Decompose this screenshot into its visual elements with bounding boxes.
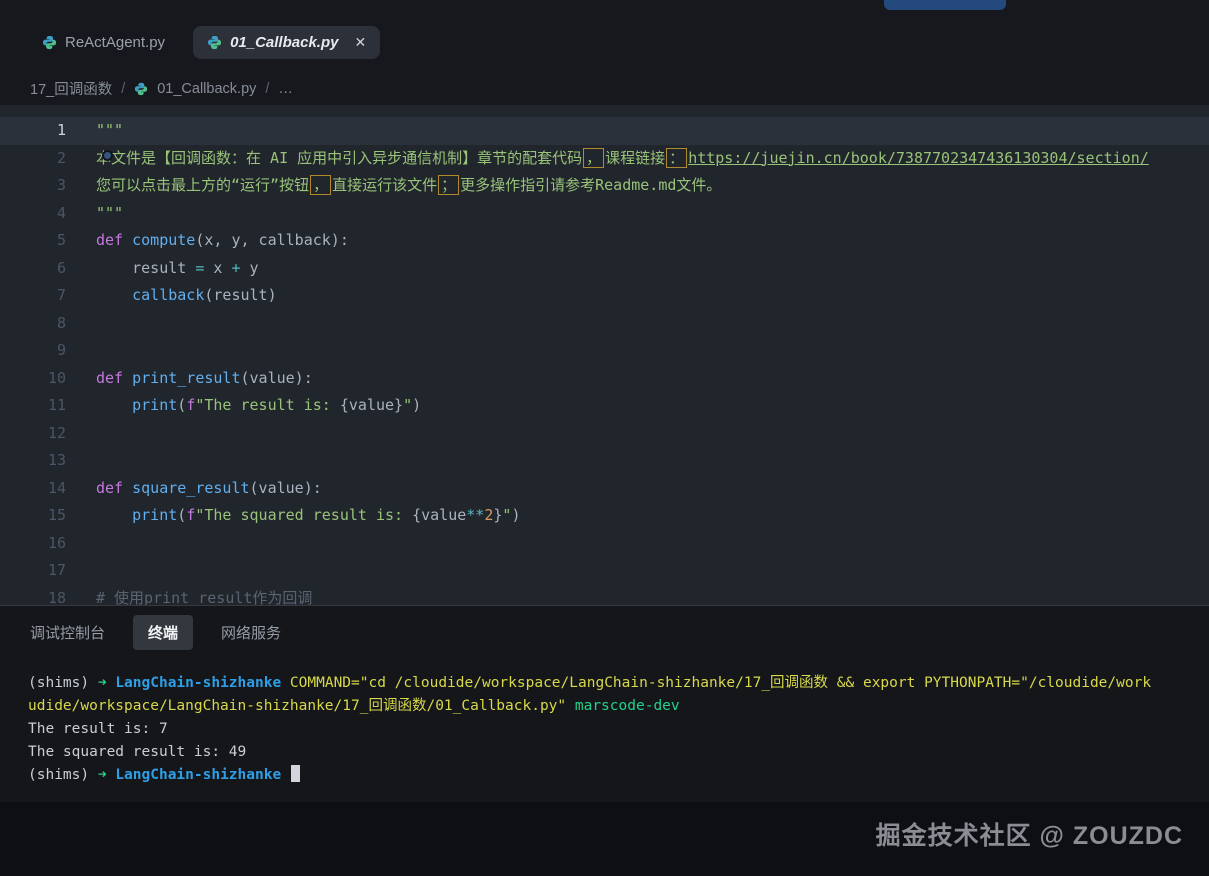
code-line[interactable]: 1 """ <box>0 117 1209 145</box>
code-text: 您可以点击最上方的“运行”按钮，直接运行该文件；更多操作指引请参考Readme.… <box>96 172 721 200</box>
terminal-line: The result is: 7 <box>28 718 1209 741</box>
line-number[interactable]: 6 <box>0 255 66 283</box>
code-line[interactable]: 18 # 使用print_result作为回调 <box>0 585 1209 606</box>
line-number[interactable]: 2 <box>0 145 66 173</box>
breadcrumb-more[interactable]: … <box>278 81 293 97</box>
code-line[interactable]: 15 print(f"The squared result is: {value… <box>0 502 1209 530</box>
terminal-line: The squared result is: 49 <box>28 741 1209 764</box>
line-number[interactable]: 3 <box>0 172 66 200</box>
ide-window: ReActAgent.py 01_Callback.py ✕ 17_回调函数 /… <box>0 0 1209 876</box>
code-line[interactable]: 14 def square_result(value): <box>0 475 1209 503</box>
code-line[interactable]: 9 <box>0 337 1209 365</box>
editor-lines: 1 """ 2 本文件是【回调函数：在 AI 应用中引入异步通信机制】章节的配套代码，… <box>0 117 1209 605</box>
line-number[interactable]: 1 <box>0 117 66 145</box>
python-icon <box>134 82 148 96</box>
code-line[interactable]: 11 print(f"The result is: {value}") <box>0 392 1209 420</box>
code-line[interactable]: 2 本文件是【回调函数：在 AI 应用中引入异步通信机制】章节的配套代码，课程链接… <box>0 145 1209 173</box>
panel-tab-debug-console[interactable]: 调试控制台 <box>30 622 105 643</box>
watermark-text: 掘金技术社区 @ ZOUZDC <box>876 816 1183 852</box>
mouse-pointer-icon <box>102 150 113 161</box>
code-text: print(f"The result is: {value}") <box>96 392 421 420</box>
line-number[interactable]: 18 <box>0 585 66 606</box>
python-icon <box>207 35 222 50</box>
code-line[interactable]: 8 <box>0 310 1209 338</box>
line-number[interactable]: 12 <box>0 420 66 448</box>
terminal-line: udide/workspace/LangChain-shizhanke/17_回… <box>28 695 1209 718</box>
code-text: def square_result(value): <box>96 475 322 503</box>
code-text: callback(result) <box>96 282 277 310</box>
code-text: 本文件是【回调函数：在 AI 应用中引入异步通信机制】章节的配套代码，课程链接：… <box>96 145 1149 173</box>
code-text: """ <box>96 117 123 145</box>
terminal-cursor <box>291 765 300 782</box>
line-number[interactable]: 17 <box>0 557 66 585</box>
python-icon <box>42 35 57 50</box>
bottom-panel: 调试控制台 终端 网络服务 (shims) ➜ LangChain-shizha… <box>0 605 1209 876</box>
code-text: print(f"The squared result is: {value**2… <box>96 502 520 530</box>
code-line[interactable]: 10 def print_result(value): <box>0 365 1209 393</box>
panel-tab-bar: 调试控制台 终端 网络服务 <box>0 606 1209 658</box>
code-line[interactable]: 17 <box>0 557 1209 585</box>
tab-label: 01_Callback.py <box>230 34 338 51</box>
line-number[interactable]: 5 <box>0 227 66 255</box>
code-line[interactable]: 6 result = x + y <box>0 255 1209 283</box>
line-number[interactable]: 4 <box>0 200 66 228</box>
code-line[interactable]: 5 def compute(x, y, callback): <box>0 227 1209 255</box>
line-number[interactable]: 9 <box>0 337 66 365</box>
code-text: def print_result(value): <box>96 365 313 393</box>
terminal-line: (shims) ➜ LangChain-shizhanke COMMAND="c… <box>28 672 1209 695</box>
line-number[interactable]: 8 <box>0 310 66 338</box>
breadcrumb-separator: / <box>265 81 269 97</box>
code-line[interactable]: 12 <box>0 420 1209 448</box>
line-number[interactable]: 7 <box>0 282 66 310</box>
line-number[interactable]: 15 <box>0 502 66 530</box>
line-number[interactable]: 16 <box>0 530 66 558</box>
code-text: """ <box>96 200 123 228</box>
code-line[interactable]: 7 callback(result) <box>0 282 1209 310</box>
code-line[interactable]: 16 <box>0 530 1209 558</box>
line-number[interactable]: 13 <box>0 447 66 475</box>
close-icon[interactable]: ✕ <box>354 34 366 51</box>
code-text: result = x + y <box>96 255 259 283</box>
breadcrumb-separator: / <box>121 81 125 97</box>
breadcrumb-folder[interactable]: 17_回调函数 <box>30 78 112 99</box>
tab-label: ReActAgent.py <box>65 34 165 51</box>
code-line[interactable]: 4 """ <box>0 200 1209 228</box>
terminal-line: (shims) ➜ LangChain-shizhanke <box>28 764 1209 787</box>
panel-tab-network[interactable]: 网络服务 <box>221 622 281 643</box>
code-line[interactable]: 3 您可以点击最上方的“运行”按钮，直接运行该文件；更多操作指引请参考Readme… <box>0 172 1209 200</box>
breadcrumb: 17_回调函数 / 01_Callback.py / … <box>30 78 293 99</box>
code-editor[interactable]: 1 """ 2 本文件是【回调函数：在 AI 应用中引入异步通信机制】章节的配套代码，… <box>0 105 1209 605</box>
title-bar <box>0 0 1209 20</box>
panel-tab-terminal[interactable]: 终端 <box>133 615 193 650</box>
code-text: # 使用print_result作为回调 <box>96 585 312 606</box>
footer: 掘金技术社区 @ ZOUZDC <box>0 802 1209 876</box>
terminal-output[interactable]: (shims) ➜ LangChain-shizhanke COMMAND="c… <box>0 658 1209 787</box>
code-text: def compute(x, y, callback): <box>96 227 349 255</box>
run-button[interactable] <box>884 0 1006 10</box>
code-line[interactable]: 13 <box>0 447 1209 475</box>
tab-reactagent[interactable]: ReActAgent.py <box>28 26 179 59</box>
tab-01-callback[interactable]: 01_Callback.py ✕ <box>193 26 380 59</box>
line-number[interactable]: 11 <box>0 392 66 420</box>
line-number[interactable]: 14 <box>0 475 66 503</box>
line-number[interactable]: 10 <box>0 365 66 393</box>
breadcrumb-file[interactable]: 01_Callback.py <box>157 81 256 97</box>
editor-tab-bar: ReActAgent.py 01_Callback.py ✕ <box>28 26 380 59</box>
